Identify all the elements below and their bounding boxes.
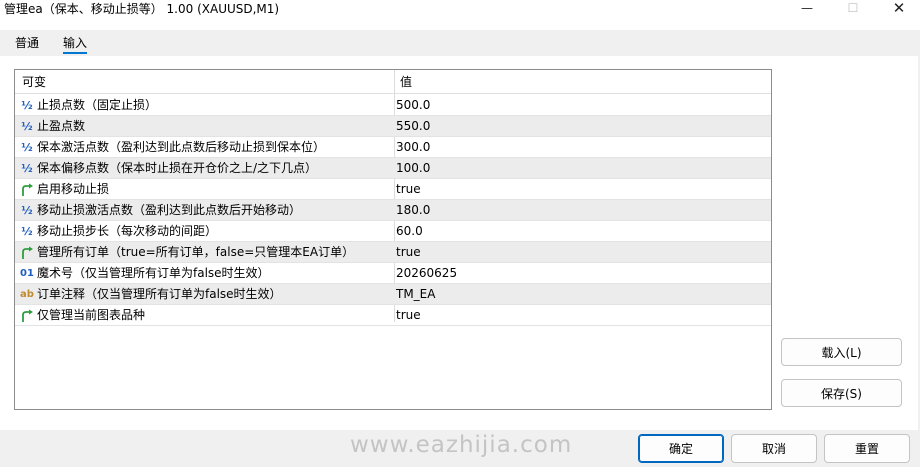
table-row[interactable]: 管理所有订单（true=所有订单，false=只管理本EA订单） true	[15, 242, 771, 263]
active-tab-indicator	[63, 52, 87, 54]
minimize-button[interactable]: —	[784, 0, 830, 16]
minimize-icon: —	[801, 1, 813, 15]
maximize-icon: ☐	[847, 1, 859, 15]
table-row[interactable]: ½ 止损点数（固定止损） 500.0	[15, 95, 771, 116]
parameter-value[interactable]: 60.0	[396, 221, 423, 242]
parameter-name: 订单注释（仅当管理所有订单为false时生效）	[37, 287, 282, 301]
parameter-value[interactable]: 180.0	[396, 200, 430, 221]
parameter-name: 保本激活点数（盈利达到此点数后移动止损到保本位）	[37, 140, 326, 154]
table-row[interactable]: ½ 移动止损步长（每次移动的间距） 60.0	[15, 221, 771, 242]
boolean-arrow-icon	[19, 308, 35, 323]
parameter-name: 移动止损步长（每次移动的间距）	[37, 224, 218, 238]
save-button[interactable]: 保存(S)	[781, 379, 902, 407]
table-row[interactable]: 01 魔术号（仅当管理所有订单为false时生效） 20260625	[15, 263, 771, 284]
title-bar: 管理ea（保本、移动止损等） 1.00 (XAUUSD,M1) — ☐ ✕	[0, 0, 920, 30]
parameter-value[interactable]: true	[396, 242, 421, 263]
parameter-name: 管理所有订单（true=所有订单，false=只管理本EA订单）	[37, 245, 355, 259]
parameter-value[interactable]: TM_EA	[396, 284, 435, 305]
fraction-icon: ½	[21, 141, 33, 154]
tab-input[interactable]: 输入	[63, 36, 87, 50]
parameter-name: 止损点数（固定止损）	[37, 98, 158, 112]
fraction-icon: ½	[21, 162, 33, 175]
reset-button[interactable]: 重置	[824, 434, 910, 463]
grid-header: 可变 值	[15, 70, 771, 94]
parameter-name: 保本偏移点数（保本时止损在开仓价之上/之下几点）	[37, 161, 318, 175]
parameter-value[interactable]: 20260625	[396, 263, 457, 284]
parameter-value[interactable]: 550.0	[396, 116, 430, 137]
load-button[interactable]: 载入(L)	[781, 338, 902, 366]
parameter-value[interactable]: 300.0	[396, 137, 430, 158]
table-row[interactable]: ½ 保本偏移点数（保本时止损在开仓价之上/之下几点） 100.0	[15, 158, 771, 179]
table-row[interactable]: ½ 止盈点数 550.0	[15, 116, 771, 137]
parameter-name: 移动止损激活点数（盈利达到此点数后开始移动）	[37, 203, 302, 217]
parameter-value[interactable]: true	[396, 179, 421, 200]
parameter-value[interactable]: true	[396, 305, 421, 326]
parameter-name: 仅管理当前图表品种	[37, 308, 146, 322]
boolean-arrow-icon	[19, 182, 35, 197]
parameter-value[interactable]: 100.0	[396, 158, 430, 179]
tab-general[interactable]: 普通	[15, 36, 39, 50]
string-icon: ab	[20, 289, 34, 300]
table-row[interactable]: 启用移动止损 true	[15, 179, 771, 200]
window-title: 管理ea（保本、移动止损等） 1.00 (XAUUSD,M1)	[4, 2, 280, 16]
table-row[interactable]: ½ 移动止损激活点数（盈利达到此点数后开始移动） 180.0	[15, 200, 771, 221]
tab-bar: 普通 输入	[0, 30, 920, 56]
fraction-icon: ½	[21, 120, 33, 133]
boolean-arrow-icon	[19, 245, 35, 260]
cancel-button[interactable]: 取消	[731, 434, 817, 463]
watermark-text: www.eazhijia.com	[350, 432, 573, 458]
column-header-value[interactable]: 值	[400, 70, 412, 94]
parameter-name: 启用移动止损	[37, 182, 110, 196]
integer-icon: 01	[20, 268, 34, 279]
table-row[interactable]: ab 订单注释（仅当管理所有订单为false时生效） TM_EA	[15, 284, 771, 305]
table-row[interactable]: ½ 保本激活点数（盈利达到此点数后移动止损到保本位） 300.0	[15, 137, 771, 158]
fraction-icon: ½	[21, 225, 33, 238]
parameter-name: 止盈点数	[37, 119, 86, 133]
column-header-variable[interactable]: 可变	[22, 70, 46, 94]
fraction-icon: ½	[21, 204, 33, 217]
ok-button[interactable]: 确定	[638, 434, 724, 463]
parameters-grid: 可变 值 ½ 止损点数（固定止损） 500.0 ½ 止盈点数 550.0 ½ 保…	[14, 69, 772, 410]
fraction-icon: ½	[21, 99, 33, 112]
table-row[interactable]: 仅管理当前图表品种 true	[15, 305, 771, 326]
maximize-button[interactable]: ☐	[830, 0, 876, 16]
parameter-name: 魔术号（仅当管理所有订单为false时生效）	[37, 266, 270, 280]
close-button[interactable]: ✕	[876, 0, 920, 17]
parameter-value[interactable]: 500.0	[396, 95, 430, 116]
close-icon: ✕	[892, 0, 906, 17]
